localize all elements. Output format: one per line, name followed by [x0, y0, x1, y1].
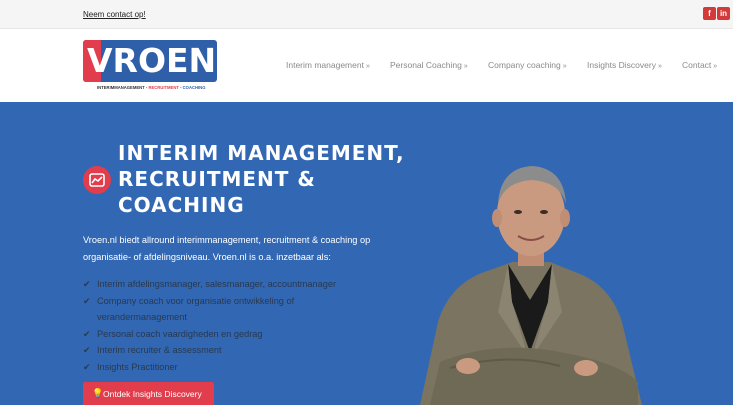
main-navbar: VROEN INTERIMMANAGEMENT - RECRUITMENT - … — [0, 29, 733, 102]
chevron-down-icon: » — [365, 63, 370, 70]
contact-link[interactable]: Neem contact op! — [83, 10, 146, 19]
nav-label: Personal Coaching — [390, 60, 462, 70]
chevron-down-icon: » — [713, 63, 718, 70]
check-icon: ✔ — [83, 328, 91, 339]
list-item-label: Interim recruiter & assessment — [97, 345, 222, 355]
list-item: ✔ Company coach voor organisatie ontwikke… — [83, 293, 383, 326]
check-icon: ✔ — [83, 345, 91, 355]
nav-item-insights-discovery[interactable]: Insights Discovery» — [587, 60, 662, 70]
list-item: ✔ Insights Practitioner — [83, 359, 383, 376]
hero-title: INTERIM MANAGEMENT, RECRUITMENT & COACHI… — [118, 140, 418, 218]
logo-tagline: INTERIMMANAGEMENT - RECRUITMENT - COACHI… — [97, 85, 206, 90]
nav-item-interim-management[interactable]: Interim management» — [286, 60, 370, 70]
check-icon: ✔ — [83, 279, 91, 289]
chart-line-icon — [83, 166, 111, 194]
top-bar: Neem contact op! f in — [0, 0, 733, 29]
lightbulb-icon: 💡 — [92, 388, 104, 398]
linkedin-icon[interactable]: in — [717, 7, 730, 20]
hero-title-line-2: RECRUITMENT & — [118, 167, 316, 191]
logo-text: VROEN — [87, 41, 217, 80]
hero-intro: Vroen.nl biedt allround interimmanagemen… — [83, 235, 371, 262]
nav-label: Interim management — [286, 60, 364, 70]
hero-section: INTERIM MANAGEMENT, RECRUITMENT & COACHI… — [0, 102, 733, 405]
tagline-coaching: COACHING — [182, 85, 206, 90]
nav-item-contact[interactable]: Contact» — [682, 60, 717, 70]
site-logo[interactable]: VROEN INTERIMMANAGEMENT - RECRUITMENT - … — [83, 40, 219, 98]
tagline-interim: INTERIMMANAGEMENT — [97, 85, 145, 90]
nav-label: Company coaching — [488, 60, 561, 70]
nav-item-personal-coaching[interactable]: Personal Coaching» — [390, 60, 468, 70]
hero-title-line-1: INTERIM MANAGEMENT, — [118, 141, 405, 165]
check-icon: ✔ — [83, 295, 91, 306]
hero-title-line-3: COACHING — [118, 193, 245, 217]
tagline-recruitment: RECRUITMENT — [148, 85, 179, 90]
nav-label: Insights Discovery — [587, 60, 656, 70]
chevron-down-icon: » — [463, 63, 468, 70]
chevron-down-icon: » — [657, 63, 662, 70]
consultant-portrait — [420, 166, 642, 405]
list-item: ✔ Interim afdelingsmanager, salesmanager,… — [83, 276, 383, 293]
service-checklist: ✔ Interim afdelingsmanager, salesmanager,… — [83, 276, 383, 375]
list-item: ✔ Interim recruiter & assessment — [83, 342, 383, 359]
cta-label: Ontdek Insights Discovery — [103, 389, 202, 399]
list-item-label: Personal coach vaardigheden en gedrag — [97, 328, 263, 339]
chevron-down-icon: » — [562, 63, 567, 70]
list-item-label: Insights Practitioner — [97, 361, 178, 372]
list-item-label: Interim afdelingsmanager, salesmanager, … — [97, 279, 337, 289]
check-icon: ✔ — [83, 361, 91, 372]
list-item-label: Company coach voor organisatie ontwikkel… — [97, 295, 295, 323]
nav-label: Contact — [682, 60, 712, 70]
facebook-icon[interactable]: f — [703, 7, 716, 20]
insights-discovery-button[interactable]: 💡 Ontdek Insights Discovery — [83, 382, 214, 405]
nav-item-company-coaching[interactable]: Company coaching» — [488, 60, 567, 70]
list-item: ✔ Personal coach vaardigheden en gedrag — [83, 326, 383, 343]
